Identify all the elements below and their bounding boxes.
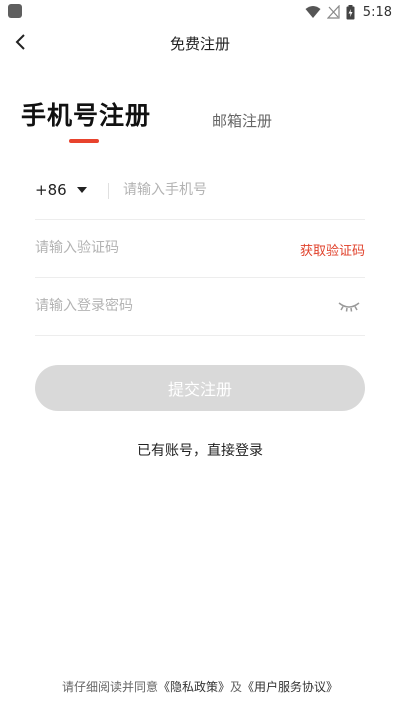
privacy-policy-link[interactable]: 《隐私政策》 [158, 680, 230, 694]
signal-off-icon [326, 5, 340, 19]
tab-email-register[interactable]: 邮箱注册 [212, 110, 272, 131]
tab-phone-register[interactable]: 手机号注册 [21, 96, 151, 132]
wifi-icon [305, 6, 321, 18]
page-title: 免费注册 [169, 35, 230, 53]
eye-closed-icon[interactable] [337, 296, 361, 316]
get-code-button[interactable]: 获取验证码 [300, 240, 365, 259]
agreement-and: 及 [230, 680, 243, 694]
status-indicators: 5:18 [305, 3, 392, 21]
login-link[interactable]: 已有账号，直接登录 [0, 440, 400, 460]
terms-link[interactable]: 《用户服务协议》 [242, 680, 338, 694]
nav-bar: 免费注册 [0, 24, 400, 60]
phone-input[interactable] [123, 177, 353, 203]
code-field-row: 获取验证码 [35, 221, 365, 278]
agreement-footer: 请仔细阅读并同意《隐私政策》及《用户服务协议》 [0, 678, 400, 695]
status-bar: 5:18 [0, 0, 400, 24]
app-notification-icon [8, 4, 22, 18]
tab-active-indicator [69, 139, 99, 143]
caret-down-icon [76, 187, 87, 193]
battery-charging-icon [346, 4, 355, 19]
status-time: 5:18 [362, 4, 392, 20]
country-code-value: +86 [35, 181, 67, 199]
password-input[interactable] [35, 293, 315, 319]
agreement-prefix: 请仔细阅读并同意 [61, 680, 158, 694]
phone-field-row: +86 [35, 163, 365, 220]
verification-code-input[interactable] [35, 235, 285, 261]
password-field-row [35, 279, 365, 336]
country-code-selector[interactable]: +86 [35, 179, 87, 201]
submit-register-button[interactable]: 提交注册 [35, 365, 365, 411]
field-divider [108, 183, 109, 199]
